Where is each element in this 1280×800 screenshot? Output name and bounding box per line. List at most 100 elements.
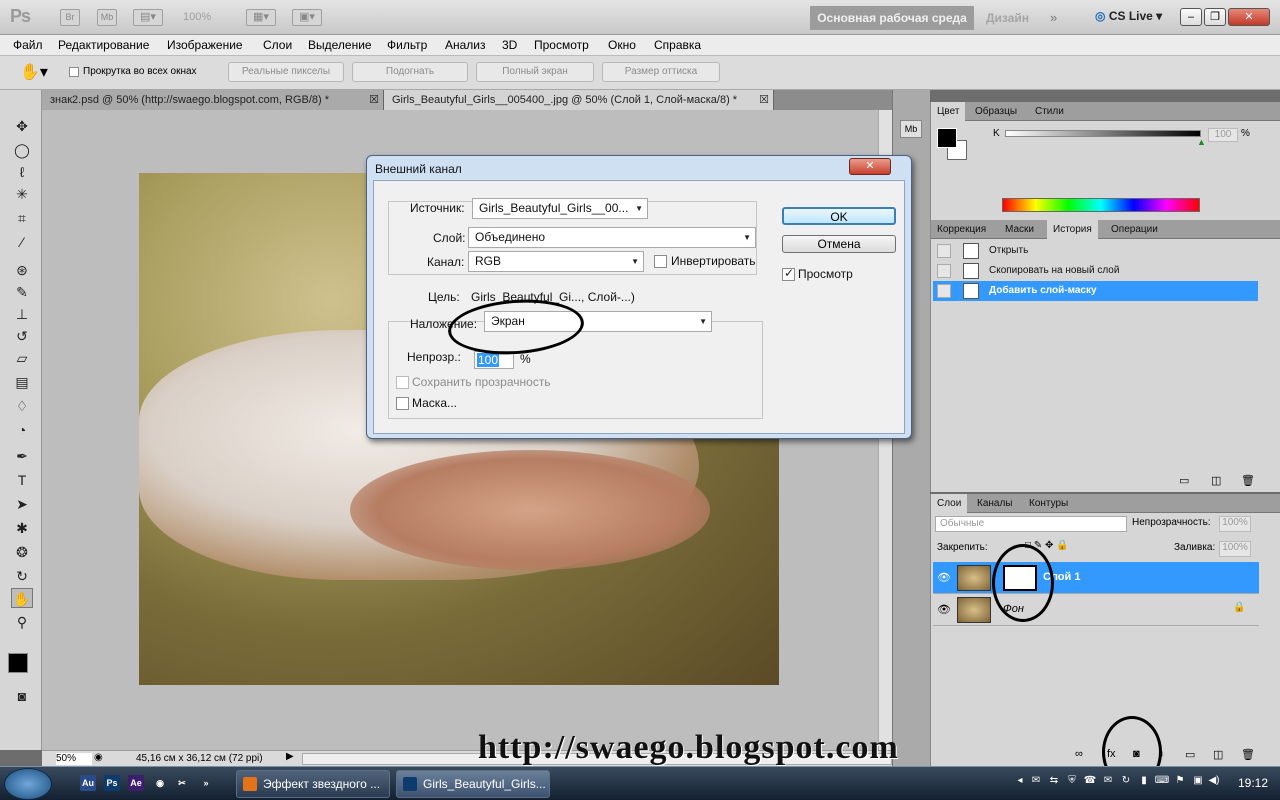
taskbar-clock[interactable]: 19:12 xyxy=(1238,776,1268,790)
design-workspace-button[interactable]: Дизайн xyxy=(986,11,1029,25)
spot-healing-icon[interactable]: ⊛ xyxy=(11,260,33,280)
link-layers-icon[interactable]: ∞ xyxy=(1075,748,1083,760)
cs-live-menu[interactable]: ◎ CS Live ▾ xyxy=(1095,9,1162,23)
zoom-level[interactable]: 100% xyxy=(183,11,211,23)
menu-image[interactable]: Изображение xyxy=(167,38,243,52)
tray-network-icon[interactable]: ⇆ xyxy=(1046,775,1062,793)
menu-select[interactable]: Выделение xyxy=(308,38,372,52)
tools-icon[interactable]: ✂ xyxy=(174,775,190,791)
menu-help[interactable]: Справка xyxy=(654,38,701,52)
blur-tool-icon[interactable]: ♢ xyxy=(11,396,33,416)
tab-document-girls[interactable]: Girls_Beautyful_Girls__005400_.jpg @ 50%… xyxy=(384,90,774,110)
tab-masks[interactable]: Маски xyxy=(999,220,1040,239)
layer-fill-input[interactable]: 100% xyxy=(1219,541,1251,557)
visibility-eye-icon[interactable]: 👁 xyxy=(937,603,951,616)
delete-layer-icon[interactable]: 🗑 xyxy=(1241,748,1255,761)
3d-rotate-icon[interactable]: ❂ xyxy=(11,542,33,562)
preserve-transparency-checkbox[interactable] xyxy=(396,376,409,389)
pen-tool-icon[interactable]: ✒ xyxy=(11,446,33,466)
dodge-tool-icon[interactable]: ◔ xyxy=(11,420,33,440)
invert-checkbox[interactable] xyxy=(654,255,667,268)
layer-row[interactable]: 👁 Фон 🔒 xyxy=(933,594,1259,626)
tab-styles[interactable]: Стили xyxy=(1029,102,1070,121)
restore-button[interactable]: ❐ xyxy=(1204,8,1226,26)
actual-pixels-button[interactable]: Реальные пикселы xyxy=(228,62,344,82)
after-effects-icon[interactable]: Ae xyxy=(128,775,144,791)
tab-channels[interactable]: Каналы xyxy=(971,494,1019,513)
tray-skype-icon[interactable]: ☎ xyxy=(1082,775,1098,793)
tab-history[interactable]: История xyxy=(1047,220,1098,239)
menu-filter[interactable]: Фильтр xyxy=(387,38,427,52)
zoom-field[interactable]: 50% xyxy=(56,753,92,765)
elliptical-marquee-icon[interactable]: ◯ xyxy=(11,140,33,160)
status-arrow-icon[interactable]: ▶ xyxy=(286,751,294,762)
mask-checkbox[interactable] xyxy=(396,397,409,410)
eraser-tool-icon[interactable]: ▱ xyxy=(11,348,33,368)
menu-view[interactable]: Просмотр xyxy=(534,38,589,52)
type-tool-icon[interactable]: T xyxy=(11,470,33,490)
close-window-button[interactable]: ✕ xyxy=(1228,8,1270,26)
quick-selection-icon[interactable]: ✳ xyxy=(11,184,33,204)
clone-stamp-icon[interactable]: ⊥ xyxy=(11,304,33,324)
scroll-all-windows-checkbox[interactable] xyxy=(69,67,79,77)
menu-3d[interactable]: 3D xyxy=(502,38,517,52)
tab-actions[interactable]: Операции xyxy=(1105,220,1164,239)
tray-security-icon[interactable]: ⛨ xyxy=(1064,775,1080,793)
dialog-close-button[interactable]: ✕ xyxy=(849,158,891,175)
history-item-selected[interactable]: Добавить слой-маску xyxy=(933,281,1258,301)
brush-tool-icon[interactable]: ✎ xyxy=(11,282,33,302)
visibility-eye-icon[interactable]: 👁 xyxy=(937,571,951,584)
menu-layers[interactable]: Слои xyxy=(263,38,292,52)
color-spectrum-ramp[interactable] xyxy=(1002,198,1200,212)
workspace-button[interactable]: Основная рабочая среда xyxy=(810,6,974,30)
menu-analysis[interactable]: Анализ xyxy=(445,38,486,52)
audition-icon[interactable]: Au xyxy=(80,775,96,791)
blend-mode-select[interactable]: Обычные xyxy=(935,516,1127,532)
hand-tool-preset-icon[interactable]: ✋▾ xyxy=(20,62,48,82)
screen-mode-icon[interactable]: ▣▾ xyxy=(292,9,322,26)
layer-row-selected[interactable]: 👁 Слой 1 xyxy=(933,562,1259,594)
bridge-icon[interactable]: Br xyxy=(60,9,80,26)
more-workspaces-icon[interactable]: » xyxy=(1050,10,1057,25)
tab-document-znak2[interactable]: знак2.psd @ 50% (http://swaego.blogspot.… xyxy=(42,90,384,110)
photoshop-icon[interactable]: Ps xyxy=(104,775,120,791)
close-tab-icon[interactable]: ☒ xyxy=(369,90,379,110)
layer-opacity-input[interactable]: 100% xyxy=(1219,516,1251,532)
mini-bridge-panel-icon[interactable]: Mb xyxy=(900,120,922,138)
menu-window[interactable]: Окно xyxy=(608,38,636,52)
preview-checkbox[interactable] xyxy=(782,266,795,281)
tab-swatches[interactable]: Образцы xyxy=(969,102,1023,121)
channel-select[interactable]: RGB ▼ xyxy=(468,251,644,272)
tray-app-icon[interactable]: ✉ xyxy=(1100,775,1116,793)
history-source-checkbox[interactable] xyxy=(937,284,951,298)
move-tool-icon[interactable]: ✥ xyxy=(11,116,33,136)
hand-tool-icon[interactable]: ✋ xyxy=(11,588,33,608)
fill-screen-button[interactable]: Полный экран xyxy=(476,62,594,82)
tab-adjustments[interactable]: Коррекция xyxy=(931,220,992,239)
tray-keyboard-icon[interactable]: ⌨ xyxy=(1154,775,1170,793)
3d-orbit-icon[interactable]: ↻ xyxy=(11,566,33,586)
menu-file[interactable]: Файл xyxy=(13,38,43,52)
tray-show-hidden-icon[interactable]: ◂ xyxy=(1012,775,1028,793)
eyedropper-icon[interactable]: ⁄ xyxy=(11,232,33,252)
history-item[interactable]: Открыть xyxy=(933,241,1258,261)
ok-button[interactable]: OK xyxy=(782,207,896,225)
new-group-icon[interactable]: ▭ xyxy=(1185,748,1195,761)
layer-select[interactable]: Объединено ▼ xyxy=(468,227,756,248)
tab-color[interactable]: Цвет xyxy=(931,102,966,121)
start-button[interactable] xyxy=(4,768,52,800)
tab-paths[interactable]: Контуры xyxy=(1023,494,1074,513)
tray-volume-icon[interactable]: ◀) xyxy=(1206,775,1222,793)
lasso-tool-icon[interactable]: ℓ xyxy=(11,162,33,182)
new-layer-icon[interactable]: ◫ xyxy=(1213,748,1223,761)
print-size-button[interactable]: Размер оттиска xyxy=(602,62,720,82)
show-more-icon[interactable]: » xyxy=(198,775,214,791)
history-item[interactable]: Скопировать на новый слой xyxy=(933,261,1258,281)
history-brush-icon[interactable]: ↺ xyxy=(11,326,33,346)
k-value-input[interactable]: 100 xyxy=(1208,128,1238,142)
new-document-from-state-icon[interactable]: ▭ xyxy=(1179,474,1189,487)
mini-bridge-icon[interactable]: Mb xyxy=(97,9,117,26)
foreground-color-swatch[interactable] xyxy=(8,653,28,673)
delete-state-icon[interactable]: 🗑 xyxy=(1241,474,1255,487)
k-slider[interactable] xyxy=(1005,130,1201,137)
